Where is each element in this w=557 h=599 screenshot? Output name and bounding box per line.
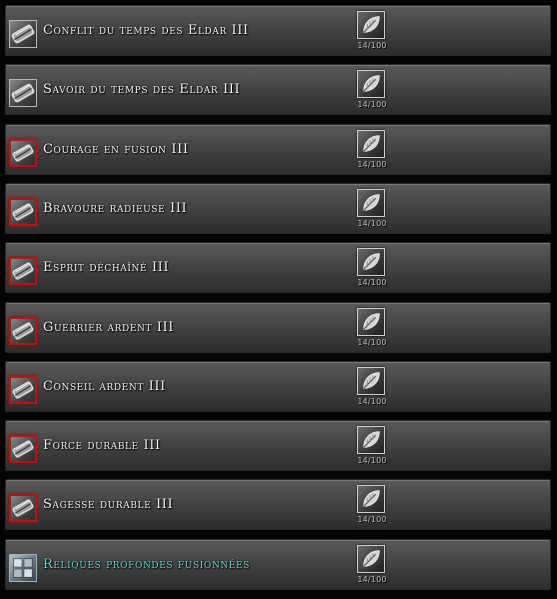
recipe-row[interactable]: Reliques profondes fusionnées 14/100 [5, 538, 551, 590]
leaf-icon[interactable] [357, 129, 385, 158]
recipe-row[interactable]: Savoir du temps des Eldar III 14/100 [5, 64, 551, 116]
leaf-icon[interactable] [357, 248, 385, 277]
recipe-row[interactable]: Conseil ardent III 14/100 [5, 360, 551, 412]
leaf-icon[interactable] [357, 485, 385, 514]
scroll-icon[interactable] [9, 138, 37, 167]
recipe-row[interactable]: Guerrier ardent III 14/100 [5, 301, 551, 353]
ingredient-count: 14/100 [357, 337, 387, 347]
relic-recipe-list: Conflit du temps des Eldar III 14/100 Savo… [0, 0, 557, 599]
scroll-icon[interactable] [9, 197, 37, 226]
leaf-icon[interactable] [357, 70, 385, 99]
recipe-name: Esprit déchaîné III [43, 260, 170, 276]
leaf-icon[interactable] [357, 366, 385, 395]
recipe-name: Reliques profondes fusionnées [43, 556, 250, 572]
scroll-icon[interactable] [9, 316, 37, 345]
ingredient-count: 14/100 [357, 159, 387, 169]
ingredient-count: 14/100 [357, 396, 387, 406]
leaf-icon[interactable] [357, 307, 385, 336]
ingredient-count: 14/100 [357, 100, 387, 110]
ingredient-count: 14/100 [357, 278, 387, 288]
scroll-icon[interactable] [9, 494, 37, 523]
scroll-icon[interactable] [9, 257, 37, 286]
ingredient-count: 14/100 [357, 456, 387, 466]
recipe-name: Sagesse durable III [43, 497, 174, 513]
ingredient-count: 14/100 [357, 515, 387, 525]
scroll-icon[interactable] [9, 435, 37, 464]
recipe-name: Force durable III [43, 438, 161, 454]
recipe-name: Conflit du temps des Eldar III [43, 23, 249, 38]
scroll-icon[interactable] [9, 20, 37, 48]
leaf-icon[interactable] [357, 544, 385, 573]
recipe-row[interactable]: Force durable III 14/100 [5, 420, 551, 472]
relic-icon[interactable] [9, 553, 37, 582]
leaf-icon[interactable] [357, 426, 385, 455]
ingredient-count: 14/100 [357, 574, 387, 584]
ingredient-count: 14/100 [357, 218, 387, 228]
recipe-row[interactable]: Sagesse durable III 14/100 [5, 479, 551, 531]
recipe-row[interactable]: Courage en fusion III 14/100 [5, 123, 551, 175]
recipe-row[interactable]: Esprit déchaîné III 14/100 [5, 242, 551, 294]
recipe-row[interactable]: Conflit du temps des Eldar III 14/100 [5, 5, 551, 56]
recipe-row[interactable]: Bravoure radieuse III 14/100 [5, 182, 551, 234]
scroll-icon[interactable] [9, 79, 37, 108]
recipe-name: Savoir du temps des Eldar III [43, 82, 241, 98]
recipe-name: Conseil ardent III [43, 378, 166, 394]
recipe-name: Courage en fusion III [43, 141, 189, 157]
leaf-icon[interactable] [357, 188, 385, 217]
recipe-name: Bravoure radieuse III [43, 200, 188, 216]
leaf-icon[interactable] [357, 11, 385, 39]
recipe-name: Guerrier ardent III [43, 319, 175, 335]
scroll-icon[interactable] [9, 375, 37, 404]
ingredient-count: 14/100 [357, 41, 387, 50]
